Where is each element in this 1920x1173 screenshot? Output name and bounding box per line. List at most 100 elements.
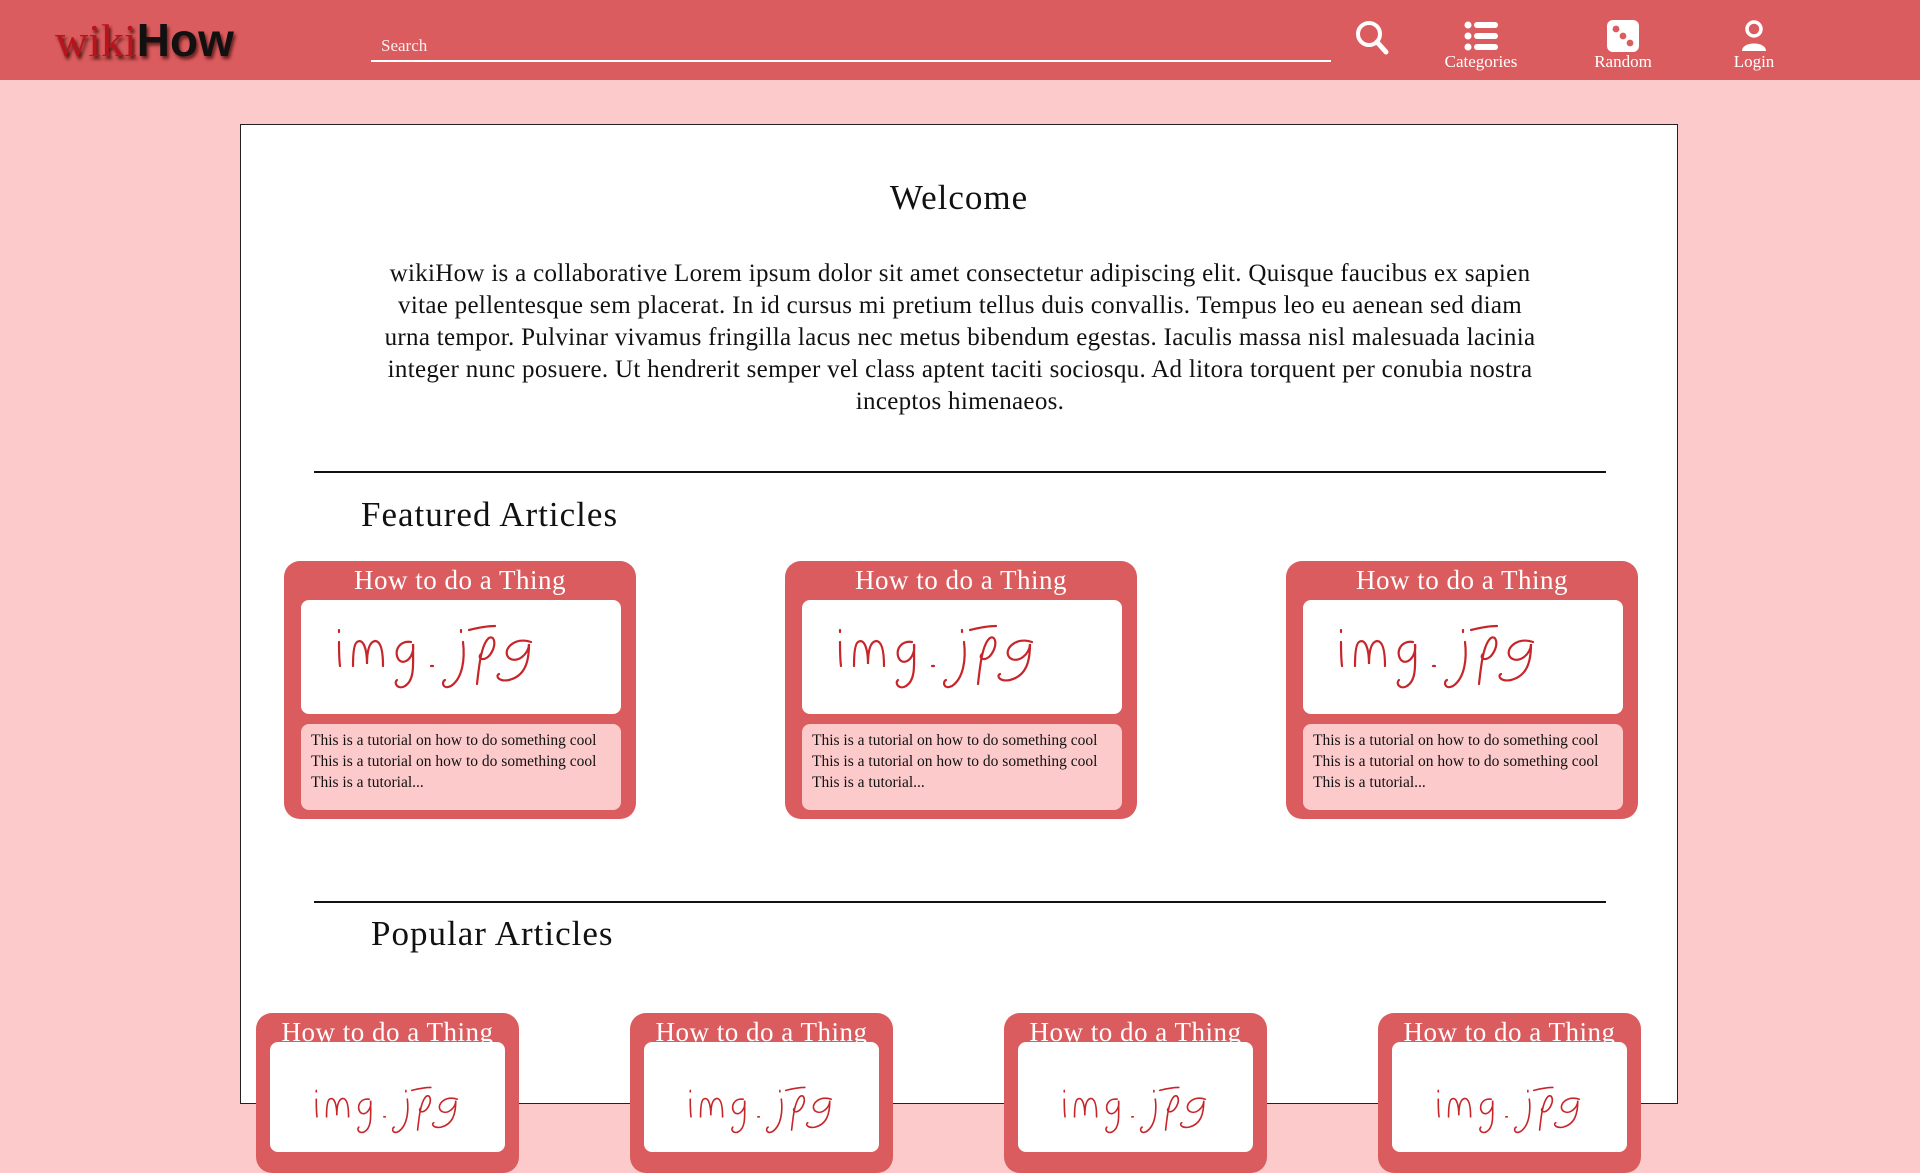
img-jpg-scribble xyxy=(1437,1086,1581,1134)
scribble-stroke xyxy=(416,1095,432,1131)
scribble-stroke xyxy=(467,624,497,632)
scribble-stroke xyxy=(895,640,916,689)
scribble-stroke xyxy=(784,1086,806,1092)
article-image-placeholder xyxy=(1392,1042,1627,1152)
search-bar xyxy=(371,26,1331,62)
img-jpg-scribble xyxy=(1063,1086,1207,1134)
user-icon xyxy=(1742,20,1766,51)
article-title: How to do a Thing xyxy=(354,565,566,595)
scribble-stroke xyxy=(1479,1098,1494,1134)
scribble-stroke xyxy=(391,1098,409,1134)
popular-article-card[interactable]: How to do a Thing xyxy=(256,1013,519,1173)
scribble-stroke xyxy=(475,636,496,686)
scribble-stroke xyxy=(1443,640,1467,689)
scribble-stroke xyxy=(410,1086,432,1092)
scribble-stroke xyxy=(699,1097,724,1118)
scribble-stroke xyxy=(1396,640,1417,689)
scribble-stroke xyxy=(790,1095,806,1131)
scribble-stroke xyxy=(1532,1086,1554,1092)
article-image-placeholder xyxy=(802,600,1122,714)
search-input[interactable] xyxy=(371,26,1331,60)
img-jpg-scribble xyxy=(689,1086,833,1134)
featured-articles-heading: Featured Articles xyxy=(361,495,619,534)
article-image-placeholder xyxy=(270,1042,505,1152)
scribble-stroke xyxy=(1063,1098,1066,1118)
img-jpg-scribble xyxy=(1339,624,1535,689)
article-image-placeholder xyxy=(1018,1042,1253,1152)
img-jpg-scribble xyxy=(337,624,533,689)
scribble-stroke xyxy=(325,1097,350,1118)
nav-login-label: Login xyxy=(1733,52,1775,71)
scribble-stroke xyxy=(337,640,342,668)
scribble-stroke xyxy=(1553,1097,1581,1129)
scribble-stroke xyxy=(441,640,465,689)
search-icon xyxy=(1356,21,1389,55)
nav-login-button[interactable]: Login xyxy=(1711,20,1797,76)
article-title: How to do a Thing xyxy=(1356,565,1568,595)
scribble-stroke xyxy=(357,1098,372,1134)
popular-articles-heading: Popular Articles xyxy=(371,914,614,953)
scribble-stroke xyxy=(315,1098,318,1118)
scribble-stroke xyxy=(805,1097,833,1129)
featured-article-card[interactable]: How to do a Thing This is a tutorial on … xyxy=(1286,561,1638,819)
scribble-stroke xyxy=(1498,639,1535,682)
scribble-stroke xyxy=(1469,624,1499,632)
search-button[interactable] xyxy=(1355,20,1389,56)
popular-article-card[interactable]: How to do a Thing xyxy=(1004,1013,1267,1173)
scribble-stroke xyxy=(496,639,533,682)
scribble-stroke xyxy=(1179,1097,1207,1129)
scribble-stroke xyxy=(351,639,385,668)
img-jpg-scribble xyxy=(838,624,1034,689)
wikihow-logo[interactable]: wikiHow xyxy=(55,12,234,68)
top-navigation-bar: wikiHow Categories Random Login xyxy=(0,0,1920,80)
scribble-stroke xyxy=(1105,1098,1120,1134)
article-description: This is a tutorial on how to do somethin… xyxy=(802,724,1122,810)
scribble-stroke xyxy=(997,639,1034,682)
nav-random-button[interactable]: Random xyxy=(1578,20,1668,76)
article-title: How to do a Thing xyxy=(855,565,1067,595)
article-description: This is a tutorial on how to do somethin… xyxy=(301,724,621,810)
scribble-stroke xyxy=(1158,1086,1180,1092)
scribble-stroke xyxy=(394,640,415,689)
scribble-stroke xyxy=(838,640,843,668)
featured-article-card[interactable]: How to do a Thing This is a tutorial on … xyxy=(785,561,1137,819)
logo-how-text: How xyxy=(136,14,234,66)
scribble-stroke xyxy=(1477,636,1498,686)
scribble-stroke xyxy=(1353,639,1387,668)
scribble-stroke xyxy=(1513,1098,1531,1134)
intro-paragraph: wikiHow is a collaborative Lorem ipsum d… xyxy=(384,260,1536,415)
nav-random-label: Random xyxy=(1594,52,1652,71)
scribble-stroke xyxy=(942,640,966,689)
article-description: This is a tutorial on how to do somethin… xyxy=(1303,724,1623,810)
popular-article-card[interactable]: How to do a Thing xyxy=(1378,1013,1641,1173)
section-divider xyxy=(314,471,1606,473)
scribble-stroke xyxy=(765,1098,783,1134)
scribble-stroke xyxy=(1164,1095,1180,1131)
scribble-stroke xyxy=(1073,1097,1098,1118)
img-jpg-scribble xyxy=(315,1086,459,1134)
scribble-stroke xyxy=(1447,1097,1472,1118)
scribble-stroke xyxy=(731,1098,746,1134)
scribble-stroke xyxy=(1339,640,1344,668)
scribble-stroke xyxy=(431,1097,459,1129)
section-divider xyxy=(314,901,1606,903)
scribble-stroke xyxy=(852,639,886,668)
popular-article-card[interactable]: How to do a Thing xyxy=(630,1013,893,1173)
list-icon xyxy=(1464,21,1498,51)
scribble-stroke xyxy=(1538,1095,1554,1131)
nav-categories-button[interactable]: Categories xyxy=(1436,20,1526,76)
welcome-heading: Welcome xyxy=(889,178,1029,217)
scribble-stroke xyxy=(968,624,998,632)
article-image-placeholder xyxy=(644,1042,879,1152)
scribble-stroke xyxy=(976,636,997,686)
article-image-placeholder xyxy=(301,600,621,714)
nav-categories-label: Categories xyxy=(1444,52,1518,71)
logo-wiki-text: wiki xyxy=(55,15,137,66)
scribble-stroke xyxy=(1437,1098,1440,1118)
dice-icon xyxy=(1607,20,1639,52)
scribble-stroke xyxy=(1139,1098,1157,1134)
main-content-panel: Welcome wikiHow is a collaborative Lorem… xyxy=(240,124,1678,1173)
scribble-stroke xyxy=(689,1098,692,1118)
featured-article-card[interactable]: How to do a Thing This is a tutorial on … xyxy=(284,561,636,819)
article-image-placeholder xyxy=(1303,600,1623,714)
